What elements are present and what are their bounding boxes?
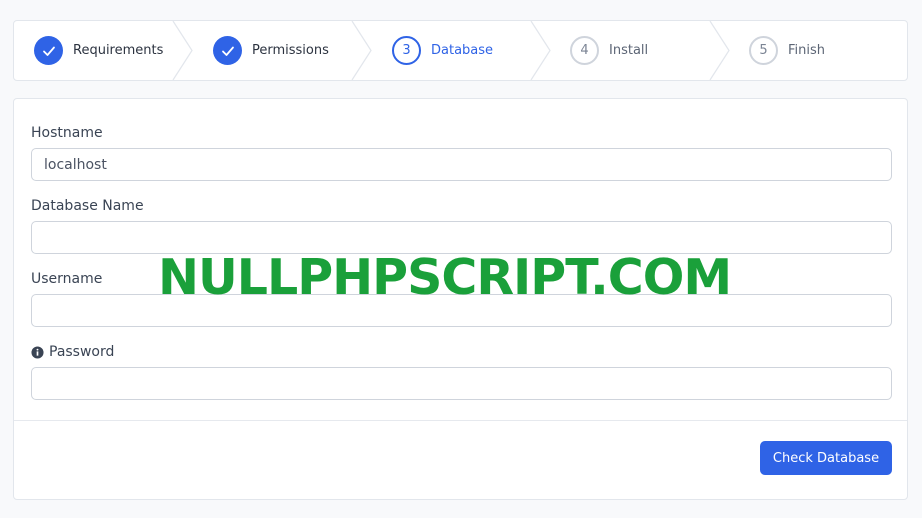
check-icon <box>213 36 242 65</box>
info-icon[interactable] <box>31 345 44 359</box>
install-stepper: Requirements Permissions 3 Database 4 In… <box>13 20 908 81</box>
step-install[interactable]: 4 Install <box>570 21 648 80</box>
step-label: Requirements <box>73 43 164 58</box>
check-icon <box>34 36 63 65</box>
check-database-button[interactable]: Check Database <box>760 441 892 475</box>
step-number: 3 <box>392 36 421 65</box>
step-separator-icon <box>172 21 193 80</box>
password-input[interactable] <box>31 367 892 400</box>
username-label: Username <box>31 271 103 287</box>
step-label: Install <box>609 43 649 58</box>
hostname-label: Hostname <box>31 125 103 141</box>
step-finish[interactable]: 5 Finish <box>749 21 825 80</box>
step-separator-icon <box>530 21 551 80</box>
step-separator-icon <box>709 21 730 80</box>
step-permissions[interactable]: Permissions <box>213 21 329 80</box>
step-separator-icon <box>351 21 372 80</box>
step-number: 5 <box>749 36 778 65</box>
card-footer-divider <box>14 420 907 421</box>
step-database[interactable]: 3 Database <box>392 21 493 80</box>
password-label-row: Password <box>31 344 114 360</box>
step-label: Permissions <box>252 43 329 58</box>
hostname-input[interactable] <box>31 148 892 181</box>
watermark: NULLPHPSCRIPT.COM <box>158 249 732 306</box>
step-number: 4 <box>570 36 599 65</box>
password-label: Password <box>49 344 115 360</box>
step-label: Database <box>431 43 494 58</box>
step-label: Finish <box>788 43 826 58</box>
database-name-label: Database Name <box>31 198 144 214</box>
step-requirements[interactable]: Requirements <box>34 21 163 80</box>
